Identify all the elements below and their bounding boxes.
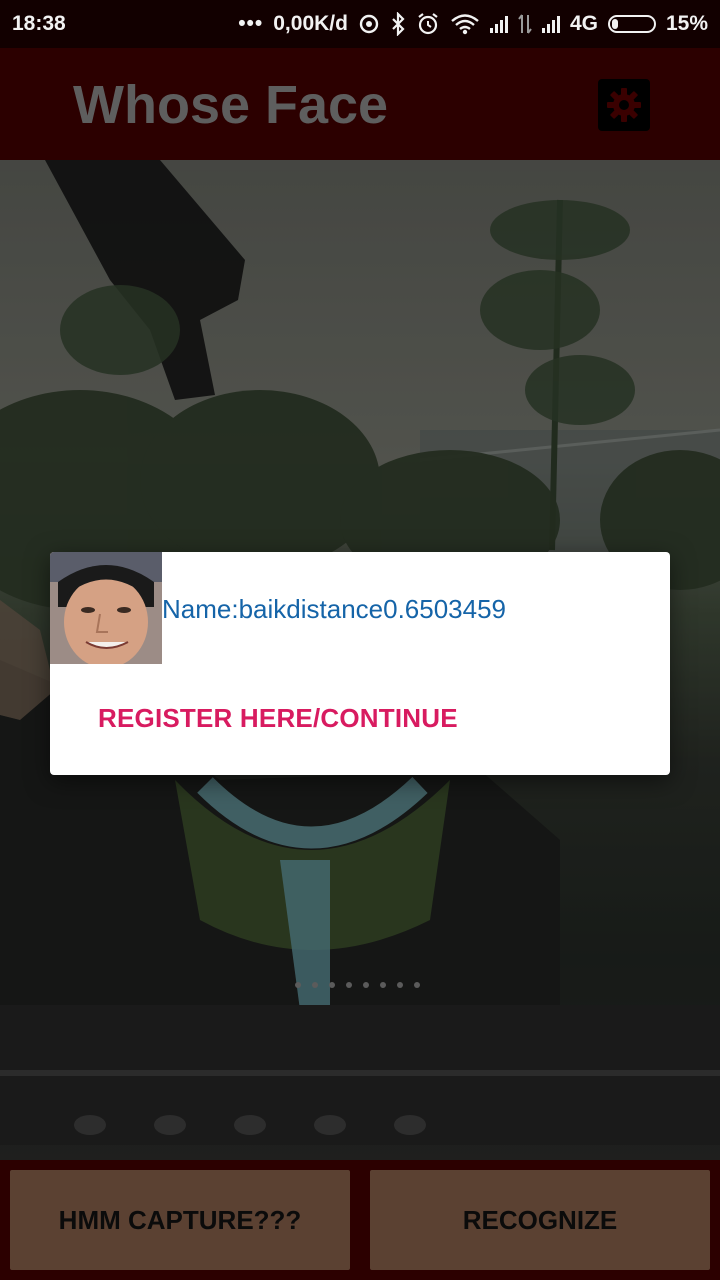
app-title: Whose Face xyxy=(73,75,389,135)
face-thumbnail xyxy=(50,552,162,664)
net-speed: 0,00K/d xyxy=(273,12,348,35)
battery-icon xyxy=(607,15,656,33)
data-transfer-icon xyxy=(518,13,532,35)
app-bar: Whose Face xyxy=(0,48,720,160)
capture-button[interactable]: HMM CAPTURE??? xyxy=(10,1170,350,1270)
sync-icon xyxy=(358,13,380,35)
settings-button[interactable] xyxy=(598,79,650,131)
screen: 18:38 ••• 0,00K/d 4G 15% Whose Face Name… xyxy=(0,0,720,1280)
network-type: 4G xyxy=(569,12,598,35)
signal-sim2-icon xyxy=(541,15,560,33)
status-bar: 18:38 ••• 0,00K/d 4G 15% xyxy=(0,0,720,48)
bottom-bar: HMM CAPTURE??? RECOGNIZE xyxy=(0,1160,720,1280)
more-notifications-icon: ••• xyxy=(238,12,264,35)
recognition-dialog: Name:baikdistance0.6503459 REGISTER HERE… xyxy=(50,552,670,775)
register-continue-button[interactable]: REGISTER HERE/CONTINUE xyxy=(98,703,458,734)
recognize-button[interactable]: RECOGNIZE xyxy=(370,1170,710,1270)
gear-icon xyxy=(607,88,641,122)
wifi-icon xyxy=(450,13,480,35)
status-icons: ••• 0,00K/d 4G 15% xyxy=(238,12,708,36)
alarm-icon xyxy=(416,12,440,36)
recognition-result-text: Name:baikdistance0.6503459 xyxy=(162,594,507,624)
status-time: 18:38 xyxy=(12,12,66,35)
face-image xyxy=(50,552,162,664)
signal-sim1-icon xyxy=(489,15,508,33)
battery-percent: 15% xyxy=(665,12,708,35)
bluetooth-icon xyxy=(390,12,406,36)
